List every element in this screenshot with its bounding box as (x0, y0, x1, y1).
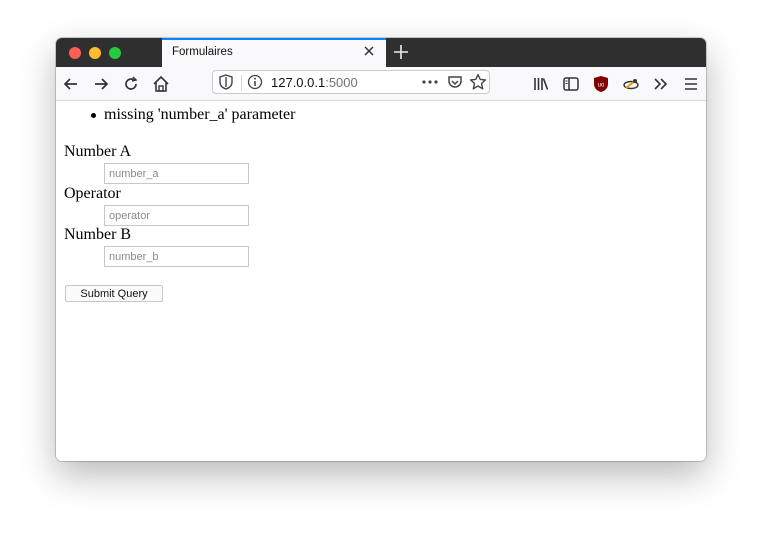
ublock-origin-icon[interactable]: uo (592, 75, 610, 93)
library-icon[interactable] (532, 75, 550, 93)
bookmark-star-icon[interactable] (469, 73, 487, 91)
tab-formulaires[interactable]: Formulaires (162, 38, 386, 67)
page-actions-icon[interactable] (421, 74, 439, 90)
url-text: 127.0.0.1:5000 (271, 75, 358, 90)
svg-text:uo: uo (598, 83, 605, 89)
number-a-label: Number A (64, 143, 132, 160)
url-port: :5000 (325, 75, 358, 90)
site-info-icon[interactable] (247, 74, 263, 90)
window-close-button[interactable] (69, 47, 81, 59)
error-list: missing 'number_a' parameter (91, 106, 296, 124)
nav-toolbar: 127.0.0.1:5000 uo (56, 67, 706, 101)
title-bar: Formulaires (56, 38, 706, 67)
forward-arrow-icon[interactable] (92, 75, 110, 93)
window-maximize-button[interactable] (109, 47, 121, 59)
extension-icon[interactable] (622, 75, 640, 93)
overflow-chevron-icon[interactable] (652, 75, 670, 93)
reload-icon[interactable] (122, 75, 140, 93)
tab-title: Formulaires (172, 46, 233, 58)
url-bar[interactable]: 127.0.0.1:5000 (212, 70, 490, 94)
number-b-field[interactable] (104, 246, 249, 267)
page-content: missing 'number_a' parameter Number A Op… (56, 101, 706, 461)
error-item: missing 'number_a' parameter (91, 106, 296, 124)
number-a-field[interactable] (104, 163, 249, 184)
tracking-shield-icon[interactable] (218, 74, 234, 90)
url-host: 127.0.0.1 (271, 75, 326, 90)
new-tab-icon[interactable] (392, 43, 410, 61)
url-separator (241, 75, 242, 91)
error-text: missing 'number_a' parameter (104, 106, 296, 123)
hamburger-menu-icon[interactable] (682, 75, 700, 93)
home-icon[interactable] (152, 75, 170, 93)
pocket-icon[interactable] (446, 74, 464, 90)
sidebar-icon[interactable] (562, 75, 580, 93)
close-icon[interactable] (362, 44, 376, 58)
number-b-label: Number B (64, 226, 132, 243)
bullet (91, 113, 96, 118)
operator-field[interactable] (104, 205, 249, 226)
back-arrow-icon[interactable] (62, 75, 80, 93)
submit-button[interactable]: Submit Query (65, 285, 163, 302)
operator-label: Operator (64, 185, 121, 202)
browser-window: Formulaires 127.0.0.1:5000 uo missing 'n… (56, 38, 706, 461)
window-minimize-button[interactable] (89, 47, 101, 59)
